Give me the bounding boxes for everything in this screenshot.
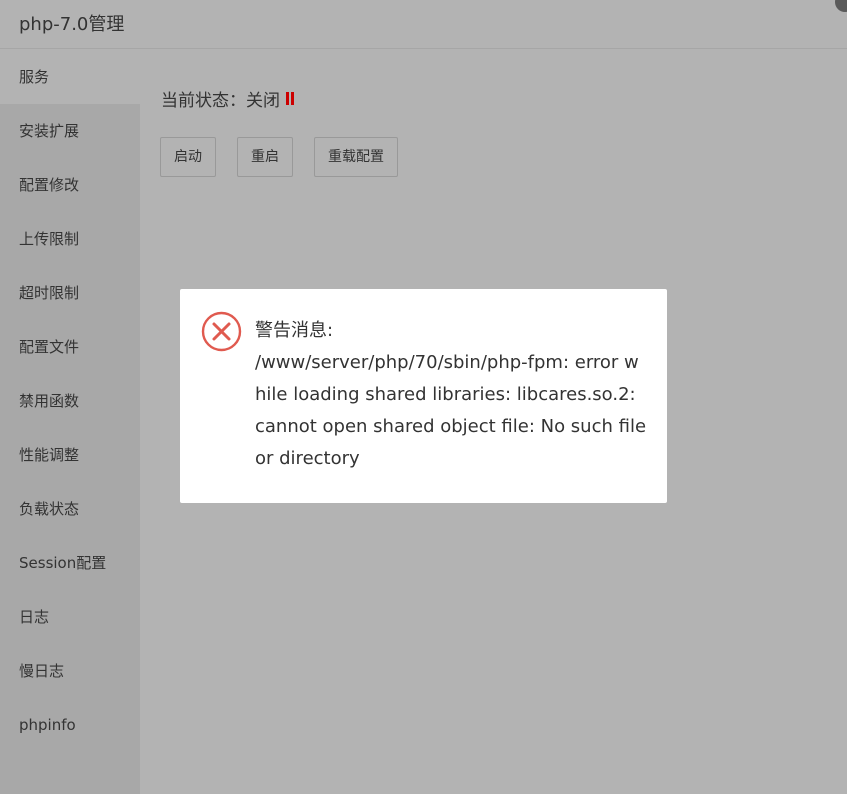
- sidebar-item-phpinfo[interactable]: phpinfo: [0, 698, 140, 752]
- status-label: 当前状态：关闭: [161, 91, 280, 111]
- sidebar-item-install-extension[interactable]: 安装扩展: [0, 104, 140, 158]
- sidebar-item-session-config[interactable]: Session配置: [0, 536, 140, 590]
- sidebar-item-config-edit[interactable]: 配置修改: [0, 158, 140, 212]
- sidebar-item-disabled-functions[interactable]: 禁用函数: [0, 374, 140, 428]
- sidebar: 服务 安装扩展 配置修改 上传限制 超时限制 配置文件 禁用函数 性能调整 负载…: [0, 50, 140, 794]
- sidebar-item-upload-limit[interactable]: 上传限制: [0, 212, 140, 266]
- sidebar-item-slow-log[interactable]: 慢日志: [0, 644, 140, 698]
- service-status: 当前状态：关闭: [161, 86, 294, 111]
- sidebar-item-config-file[interactable]: 配置文件: [0, 320, 140, 374]
- restart-button[interactable]: 重启: [237, 137, 293, 177]
- pause-icon: [286, 92, 294, 105]
- alert-message: 警告消息: /www/server/php/70/sbin/php-fpm: e…: [255, 315, 650, 475]
- sidebar-item-log[interactable]: 日志: [0, 590, 140, 644]
- sidebar-item-timeout-limit[interactable]: 超时限制: [0, 266, 140, 320]
- start-button[interactable]: 启动: [160, 137, 216, 177]
- error-icon: [201, 311, 242, 352]
- reload-config-button[interactable]: 重载配置: [314, 137, 398, 177]
- window-title: php-7.0管理: [19, 14, 125, 35]
- service-actions: 启动 重启 重载配置: [160, 137, 419, 177]
- sidebar-item-performance[interactable]: 性能调整: [0, 428, 140, 482]
- window-titlebar: php-7.0管理: [0, 0, 847, 49]
- alert-body: /www/server/php/70/sbin/php-fpm: error w…: [255, 352, 647, 469]
- sidebar-item-service[interactable]: 服务: [0, 50, 140, 104]
- alert-title: 警告消息:: [255, 320, 334, 341]
- close-icon[interactable]: [835, 0, 847, 12]
- sidebar-item-load-status[interactable]: 负载状态: [0, 482, 140, 536]
- alert-dialog: 警告消息: /www/server/php/70/sbin/php-fpm: e…: [180, 289, 667, 503]
